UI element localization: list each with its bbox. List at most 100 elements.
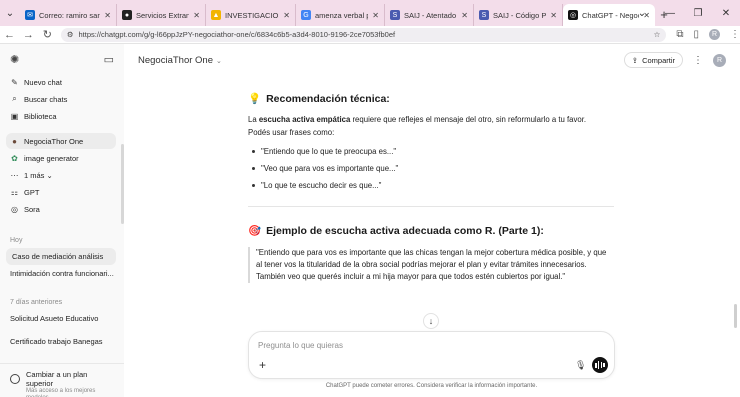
tab-label: SAIJ - Código Penal [493,10,547,20]
url-field[interactable]: ⚙ https://chatgpt.com/g/g-l66ppJzPY-nego… [60,27,667,42]
close-tab-icon[interactable]: ✕ [104,11,111,20]
sidebar-gpt-item[interactable]: ⋯ 1 más ⌄ [0,167,124,183]
browser-tab[interactable]: S SAIJ - Atentado cont ✕ [385,4,474,26]
more-icon: ⋯ [10,170,19,180]
sidebar-item-label: GPT [24,187,40,197]
share-icon: ⇪ [631,55,639,65]
upgrade-icon [10,374,20,384]
chat-history-item[interactable]: Caso de mediación análisis [6,248,116,265]
extranet-icon: ● [122,10,132,20]
sidebar-item-label: Biblioteca [24,111,57,121]
tab-label: SAIJ - Atentado cont [404,10,457,20]
sidebar-gpt-item[interactable]: ◎ Sora [0,201,124,217]
outlook-icon: ✉ [25,10,35,20]
more-options-icon[interactable]: ⋮ [693,55,703,66]
browser-tab[interactable]: Gamenza verbal por c ✕ [296,4,385,26]
list-item: "Entiendo que lo que te preocupa es..." [248,147,614,156]
minimize-icon[interactable]: — [656,0,684,26]
bullet-icon [252,150,255,153]
google-icon: G [301,10,311,20]
chat-history-item[interactable]: Certificado trabajo Banegas [0,333,124,350]
bookmark-star-icon[interactable]: ☆ [654,30,661,39]
prompt-input[interactable] [258,338,558,352]
share-button[interactable]: ⇪ Compartir [623,52,683,68]
close-tab-icon[interactable]: ✕ [550,11,557,20]
extensions-icon[interactable]: ⧉ [676,29,683,40]
sidebar-gpt-item[interactable]: ✿ image generator [0,150,124,166]
search-icon: ⌕ [12,94,17,103]
close-tab-icon[interactable]: ✕ [461,11,468,20]
back-icon[interactable]: ← [0,29,19,41]
sora-icon: ◎ [11,204,18,214]
openai-logo-icon[interactable]: ✺ [10,53,19,66]
microphone-icon[interactable]: 🎙 [575,360,586,371]
model-name: NegociaThor One [138,54,213,66]
dropdown-icon[interactable]: ⌄ [628,0,656,26]
section-label-week: 7 días anteriores [10,299,63,306]
sidebar-item[interactable]: ✎ Nuevo chat [0,74,124,90]
forward-icon[interactable]: → [19,29,38,41]
example-quote: "Entiendo que para vos es importante que… [248,247,610,283]
divider [248,206,614,207]
list-item-text: "Entiendo que lo que te preocupa es..." [261,147,397,156]
browser-tab[interactable]: ▲ INVESTIGACION IA✕ [206,4,296,26]
address-bar-row: ← → ↻ ⚙ https://chatgpt.com/g/g-l66ppJzP… [0,26,740,44]
section-heading-example: 🎯 Ejemplo de escucha activa adecuada com… [248,224,614,238]
bullet-icon [252,167,255,170]
browser-menu-icon[interactable]: ⋮ [730,29,740,40]
sidepanel-icon[interactable]: ▯ [693,29,699,40]
sidebar-item-label: NegociaThor One [24,136,84,146]
browser-profile-avatar[interactable]: R [709,29,720,40]
sidebar-item-label: 1 más ⌄ [24,170,53,180]
sidebar-gpt-item[interactable]: ⚏ GPT [0,184,124,200]
browser-tab[interactable]: ✉ Correo: ramiro sanch✕ [20,4,117,26]
sidebar-item[interactable]: ▣ Biblioteca [0,108,124,124]
voice-mode-button[interactable] [592,357,608,373]
share-label: Compartir [642,55,675,65]
upgrade-subtitle: Más acceso a los mejores modelos [26,388,96,397]
image-generator-icon: ✿ [11,153,18,163]
scroll-to-bottom-button[interactable]: ↓ [423,313,439,329]
close-tab-icon[interactable]: ✕ [283,11,290,20]
chat-history-item[interactable]: Intimidación contra funcionari... [0,265,124,282]
close-tab-icon[interactable]: ✕ [193,11,200,20]
drive-icon: ▲ [211,10,221,20]
list-item-text: "Veo que para vos es importante que..." [261,164,399,173]
url-text[interactable]: https://chatgpt.com/g/g-l66ppJzPY-negoci… [79,30,649,39]
user-avatar[interactable]: R [713,53,726,67]
list-item: "Veo que para vos es importante que..." [248,164,614,173]
sidebar-gpt-item[interactable]: ● NegociaThor One [6,133,116,149]
window-controls: ⌄ — ❐ ✕ [628,0,740,26]
maximize-icon[interactable]: ❐ [684,0,712,26]
close-tab-icon[interactable]: ✕ [372,11,379,20]
para-text: Podés usar frases como: [248,128,335,137]
site-info-icon[interactable]: ⚙ [67,30,74,39]
heading-text: Recomendación técnica: [266,92,390,105]
library-icon: ▣ [10,111,19,121]
chat-history-item[interactable]: Solicitud Asueto Educativo [0,310,124,327]
toggle-sidebar-icon[interactable]: ▭ [104,53,114,66]
heading-text: Ejemplo de escucha activa adecuada como … [266,224,544,237]
list-item: "Lo que te escucho decir es que..." [248,181,614,190]
browser-tab[interactable]: ● Servicios Extranet✕ [117,4,206,26]
assistant-message: 💡 Recomendación técnica: La escucha acti… [248,92,614,283]
sidebar-item-label: Sora [24,204,40,214]
tab-label: INVESTIGACION IA [225,10,280,20]
browser-tab-bar: ⌄ ✉Correo: ramiro sanch✕●Servicios Extra… [0,0,740,26]
sidebar-item[interactable]: ⌕ Buscar chats [0,91,124,107]
gpt-icon: ⚏ [10,187,19,197]
composer: + 🎙 [248,331,615,379]
browser-tab[interactable]: S SAIJ - Código Penal✕ [474,4,563,26]
model-selector[interactable]: NegociaThor One ⌄ [138,55,222,66]
saij-icon: S [390,10,400,20]
add-attachment-icon[interactable]: + [259,358,266,372]
upgrade-plan-button[interactable]: Cambiar a un plan superior Más acceso a … [0,363,124,397]
upgrade-title: Cambiar a un plan superior [26,370,88,388]
target-icon: 🎯 [248,225,262,237]
main-scrollbar[interactable] [734,304,737,328]
tab-search-chevron-icon[interactable]: ⌄ [0,0,20,26]
close-window-icon[interactable]: ✕ [712,0,740,26]
list-item-text: "Lo que te escucho decir es que..." [261,181,382,190]
bullet-icon [252,184,255,187]
reload-icon[interactable]: ↻ [38,28,57,41]
